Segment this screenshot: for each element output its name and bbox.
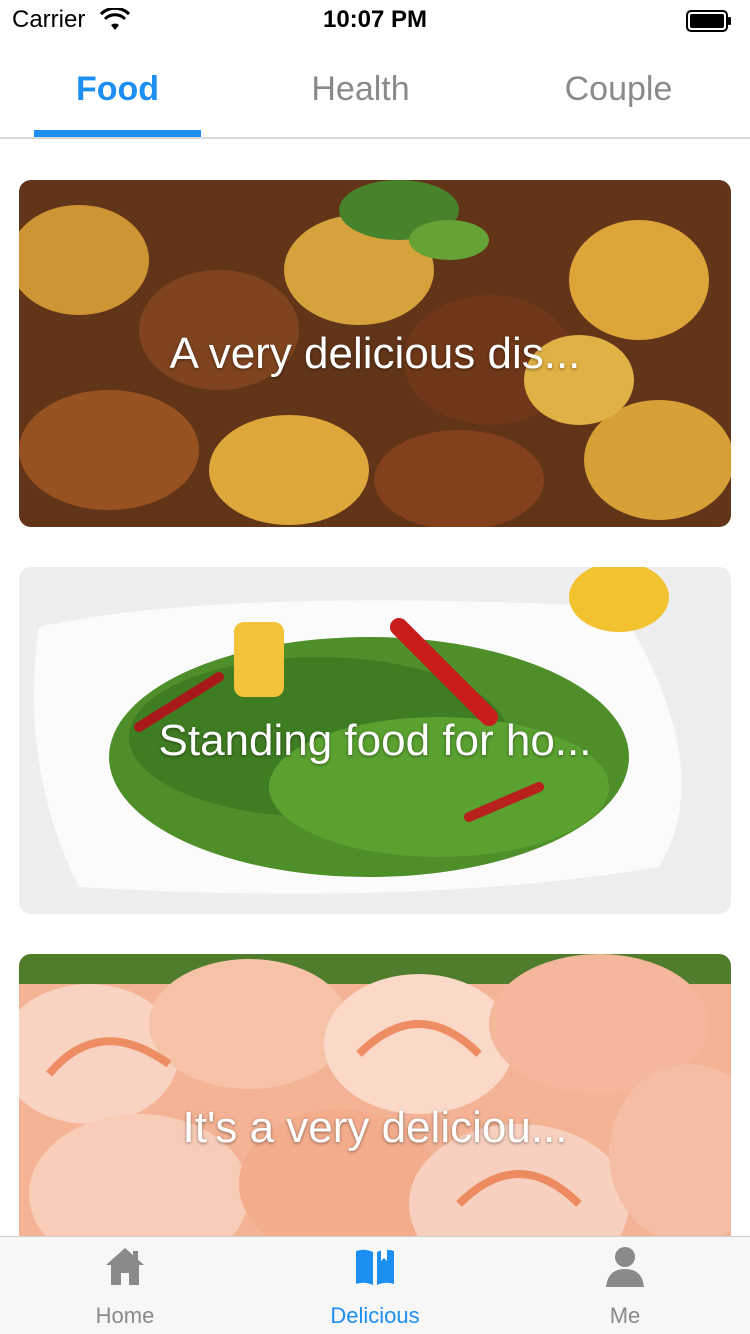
food-card-title: Standing food for ho...	[158, 715, 592, 765]
food-card[interactable]: Standing food for ho...	[19, 567, 731, 914]
tabbar-label: Home	[95, 1303, 155, 1328]
food-card[interactable]: A very delicious dis...	[19, 180, 731, 527]
food-card-title: It's a very deliciou...	[182, 1102, 568, 1152]
tab-couple[interactable]: Couple	[535, 70, 702, 110]
book-icon	[356, 1247, 394, 1285]
house-icon	[106, 1248, 144, 1285]
battery-icon	[686, 10, 731, 32]
tabbar-item-delicious[interactable]: Delicious	[250, 1237, 500, 1334]
category-tabs: Food Health Couple	[0, 40, 750, 139]
tabbar-label: Delicious	[330, 1303, 420, 1328]
bottom-tab-bar: Home Delicious Me	[0, 1236, 750, 1334]
food-card[interactable]: It's a very deliciou...	[19, 954, 731, 1236]
tab-food[interactable]: Food	[34, 70, 201, 110]
status-bar: Carrier 10:07 PM	[0, 0, 750, 40]
food-card-title: A very delicious dis...	[169, 328, 581, 378]
tab-health[interactable]: Health	[277, 70, 444, 110]
status-time: 10:07 PM	[322, 6, 428, 33]
food-feed[interactable]: A very delicious dis... Standing food fo…	[0, 141, 750, 1236]
person-icon	[606, 1247, 644, 1287]
tabbar-label: Me	[609, 1303, 641, 1328]
tabbar-item-home[interactable]: Home	[0, 1237, 250, 1334]
active-tab-indicator	[34, 130, 201, 137]
tabbar-item-me[interactable]: Me	[500, 1237, 750, 1334]
